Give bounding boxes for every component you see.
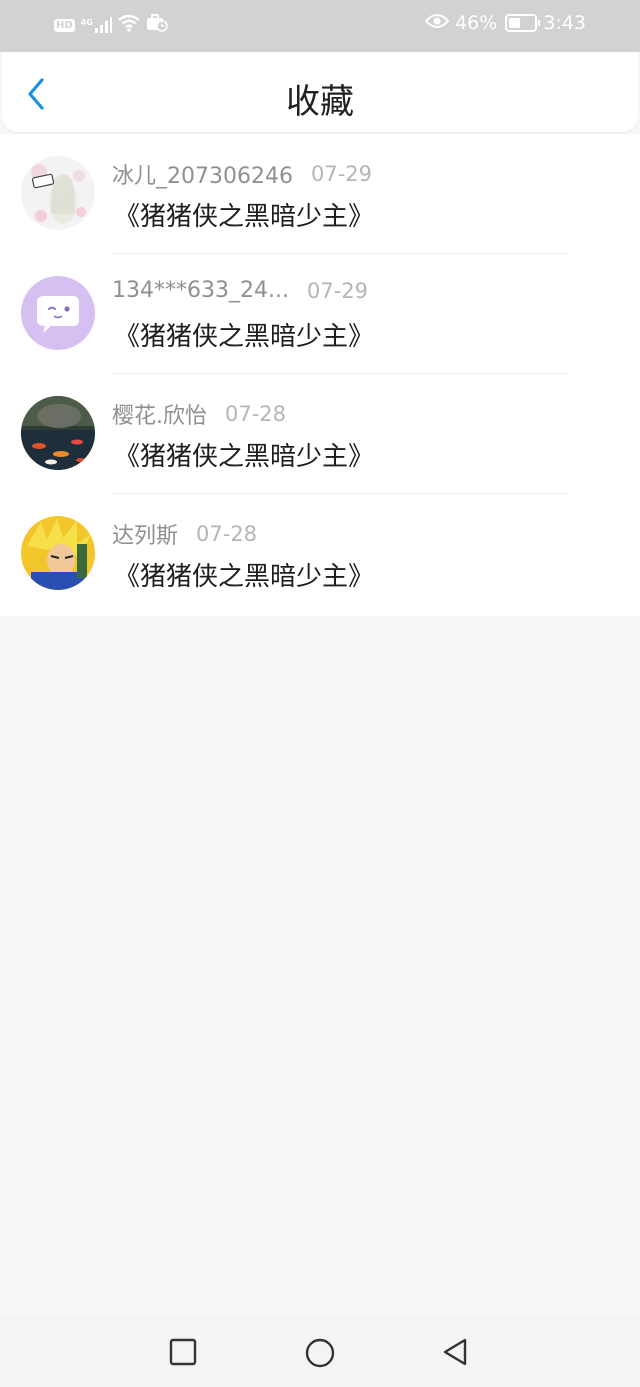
wifi-icon (118, 14, 140, 36)
item-date: 07-29 (310, 162, 373, 186)
hd-icon: HD (54, 18, 75, 32)
username: 达列斯 (112, 524, 179, 549)
book-title[interactable]: 《猪猪侠之黑暗少主》 (114, 436, 374, 473)
eye-icon (424, 12, 450, 34)
item-meta: 冰儿_207306246 07-29 (112, 158, 372, 190)
item-date: 07-28 (225, 402, 287, 426)
battery-percent: 46% (455, 12, 498, 34)
list-item[interactable]: 达列斯 07-28 《猪猪侠之黑暗少主》 (0, 494, 640, 614)
home-button[interactable] (304, 1337, 335, 1368)
app-header: 收藏 (2, 52, 638, 132)
item-meta: 134***633_24... 07-29 (112, 278, 368, 303)
anime-girl-avatar[interactable] (21, 156, 95, 230)
status-left: HD 4G (54, 14, 168, 36)
page-title: 收藏 (286, 82, 354, 122)
work-profile-icon (146, 14, 168, 36)
list-item[interactable]: 134***633_24... 07-29 《猪猪侠之黑暗少主》 (0, 254, 640, 374)
purple-chat-avatar[interactable] (21, 276, 95, 350)
status-bar: HD 4G 46% 3:43 (0, 0, 640, 52)
circle-home-icon (305, 1338, 335, 1368)
anime-warrior-avatar[interactable] (21, 516, 95, 590)
network-type: 4G (80, 18, 93, 27)
book-title[interactable]: 《猪猪侠之黑暗少主》 (114, 316, 374, 353)
item-date: 07-29 (306, 278, 368, 303)
status-right: 46% 3:43 (424, 12, 586, 34)
recents-button[interactable] (168, 1337, 198, 1367)
system-nav-bar (0, 1316, 640, 1387)
list-item[interactable]: 冰儿_207306246 07-29 《猪猪侠之黑暗少主》 (0, 134, 640, 254)
back-nav-button[interactable] (440, 1337, 470, 1367)
item-meta: 樱花.欣怡 07-28 (112, 398, 286, 430)
list-item[interactable]: 樱花.欣怡 07-28 《猪猪侠之黑暗少主》 (0, 374, 640, 494)
square-recents-icon (169, 1338, 197, 1366)
battery-icon (505, 14, 541, 32)
clock: 3:43 (543, 12, 586, 34)
triangle-back-icon (443, 1338, 467, 1366)
koi-pond-avatar[interactable] (21, 396, 95, 470)
book-title[interactable]: 《猪猪侠之黑暗少主》 (114, 556, 374, 593)
favorites-list: 冰儿_207306246 07-29 《猪猪侠之黑暗少主》 134***633_… (0, 134, 640, 616)
username: 樱花.欣怡 (112, 404, 207, 429)
item-meta: 达列斯 07-28 (112, 518, 257, 550)
book-title[interactable]: 《猪猪侠之黑暗少主》 (114, 196, 374, 233)
item-date: 07-28 (196, 522, 258, 546)
signal-icon: 4G (81, 17, 112, 33)
username: 冰儿_207306246 (112, 164, 293, 189)
username: 134***633_24... (112, 278, 289, 303)
